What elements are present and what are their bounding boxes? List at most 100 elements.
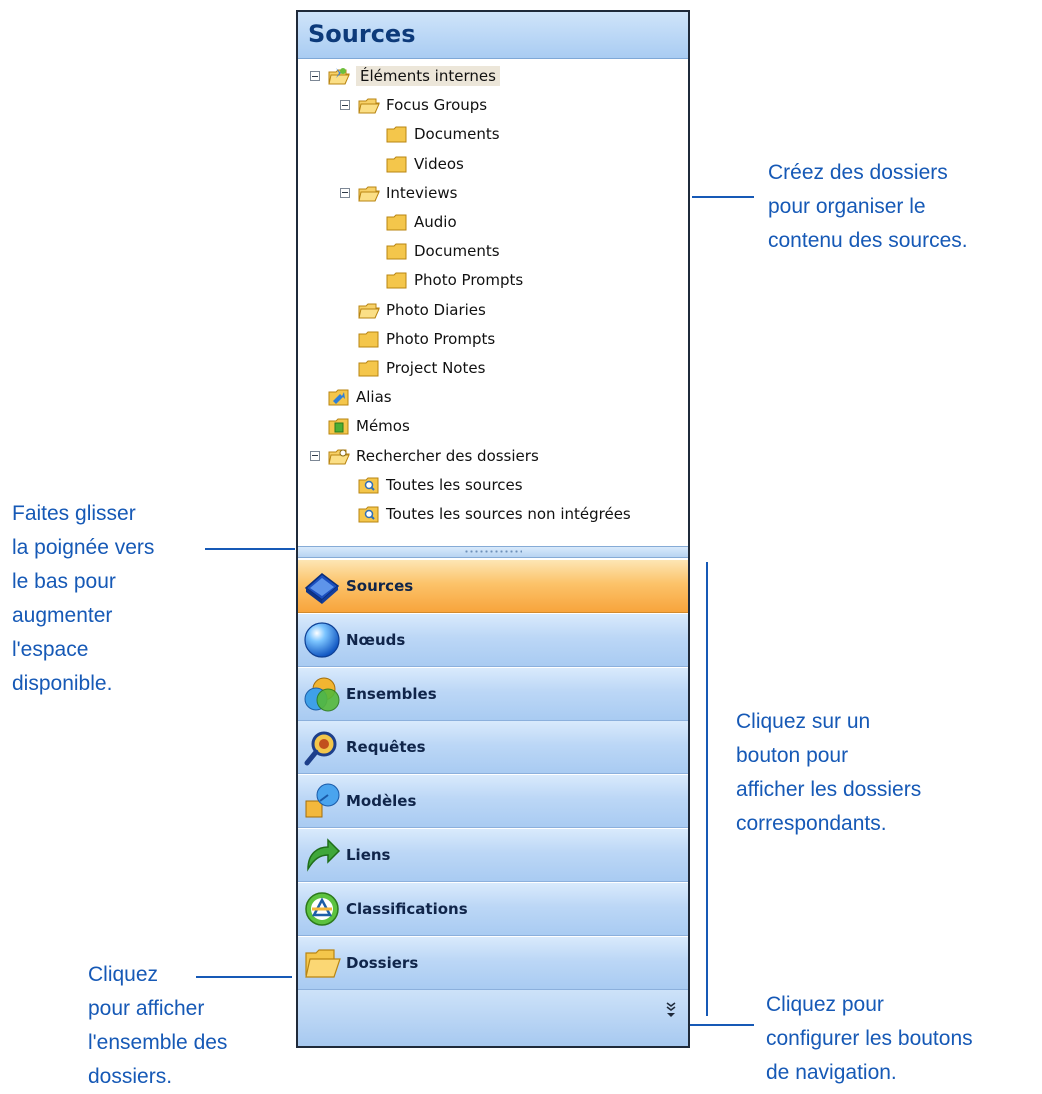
annotation-line: afficher les dossiers [736, 778, 922, 801]
tree-item[interactable]: Toutes les sources [358, 472, 523, 498]
tree-item[interactable]: Documents [386, 238, 500, 264]
tree-item[interactable]: Audio [386, 209, 457, 235]
sets-icon [304, 677, 340, 712]
nav-button-label: Nœuds [346, 630, 406, 649]
tree-item-label: Photo Diaries [386, 300, 486, 319]
tree-item-label: Toutes les sources non intégrées [386, 505, 631, 523]
nodes-sphere-icon [304, 622, 340, 658]
annotation-line: disponible. [12, 672, 113, 695]
folders-annotation: Créez des dossiers pour organiser le con… [768, 156, 968, 258]
folders-icon [305, 948, 341, 978]
tree-item[interactable]: Toutes les sources non intégrées [358, 501, 631, 527]
tree-item-label: Mémos [356, 417, 410, 436]
nav-button[interactable]: Sources [298, 560, 688, 613]
folder-search-icon [328, 449, 350, 465]
tree-item[interactable]: Documents [386, 121, 500, 147]
configure-annotation: Cliquez pour configurer les boutons de n… [766, 988, 973, 1090]
folder-special-icon [328, 68, 350, 85]
annotation-line: la poignée vers [12, 536, 155, 559]
tree-item-label: Alias [356, 388, 392, 407]
folder-memo-icon [328, 418, 349, 435]
classifications-icon [305, 892, 339, 926]
tree-item[interactable]: Videos [386, 151, 464, 177]
collapse-toggle-icon[interactable] [340, 100, 350, 111]
tree-item-label: Photo Prompts [386, 329, 496, 348]
grip-dots [464, 550, 522, 553]
annotation-line: pour organiser le [768, 195, 926, 218]
annotation-line: configurer les boutons [766, 1027, 973, 1050]
folder-open-icon [358, 98, 380, 114]
tree-item-label: Éléments internes [356, 66, 500, 86]
click-all-annotation: Cliquez pour afficher l'ensemble des dos… [88, 958, 227, 1094]
annotation-line: contenu des sources. [768, 229, 968, 252]
splitter-handle[interactable] [298, 546, 688, 558]
tree-item[interactable]: Photo Prompts [358, 326, 495, 352]
nav-button-label: Sources [346, 577, 414, 595]
folder-alias-icon [328, 389, 349, 406]
annotation-line: le bas pour [12, 570, 116, 593]
nav-button[interactable]: Nœuds [298, 613, 688, 667]
tree-item[interactable]: Inteviews [340, 180, 457, 206]
folder-open-icon [358, 186, 380, 202]
annotation-line: de navigation. [766, 1061, 897, 1084]
tree-item[interactable]: Photo Prompts [386, 267, 523, 293]
nav-button-label: Ensembles [346, 684, 437, 703]
tree-item[interactable]: Alias [328, 384, 392, 410]
tree-item[interactable]: Project Notes [358, 355, 485, 381]
tree-item[interactable]: Éléments internes [310, 63, 500, 89]
annotation-line: l'espace [12, 638, 89, 661]
drag-annotation: Faites glisser la poignée vers le bas po… [12, 497, 154, 701]
navigation-panel: Sources Éléments internes Focus Groups Doc… [296, 10, 690, 1048]
annotation-line: bouton pour [736, 744, 849, 767]
configure-buttons-chevron-icon[interactable] [664, 1000, 678, 1020]
leader-line [690, 1024, 754, 1026]
leader-line [692, 196, 754, 198]
annotation-line: l'ensemble des [88, 1031, 228, 1054]
tree-item-label: Project Notes [386, 359, 486, 377]
nav-button-label: Dossiers [346, 953, 419, 972]
nav-button[interactable]: Liens [298, 829, 688, 882]
folder-icon [386, 272, 407, 289]
tree-item-label: Toutes les sources [386, 475, 523, 494]
collapse-toggle-icon[interactable] [310, 450, 320, 461]
search-folder-icon [358, 506, 379, 523]
tree-item-label: Photo Prompts [414, 271, 524, 290]
nav-button[interactable]: Classifications [298, 882, 688, 936]
tree-item[interactable]: Photo Diaries [358, 297, 486, 323]
annotation-line: Créez des dossiers [768, 161, 948, 184]
nav-button-label: Liens [346, 846, 391, 864]
annotation-line: Cliquez sur un [736, 710, 871, 733]
queries-magnifier-icon [304, 731, 337, 766]
annotation-line: Faites glisser [12, 502, 136, 525]
nav-button[interactable]: Modèles [298, 775, 688, 829]
annotation-line: Cliquez [88, 963, 159, 986]
config-bar [298, 990, 688, 1046]
tree-item[interactable]: Focus Groups [340, 92, 487, 118]
collapse-toggle-icon[interactable] [310, 71, 320, 81]
collapse-toggle-icon[interactable] [340, 187, 350, 198]
folder-tree: Éléments internes Focus Groups Documents Vi… [298, 58, 688, 546]
tree-item-label: Audio [414, 213, 457, 231]
bracket-line [706, 562, 708, 1016]
links-arrow-icon [307, 838, 341, 872]
panel-header: Sources [298, 12, 688, 59]
tree-item-label: Documents [414, 242, 500, 261]
annotation-line: augmenter [12, 604, 113, 627]
leader-line [196, 976, 292, 978]
nav-button[interactable]: Ensembles [298, 667, 688, 721]
nav-button-label: Classifications [346, 899, 468, 918]
nav-button[interactable]: Dossiers [298, 936, 688, 990]
leader-line [205, 548, 295, 550]
annotation-line: pour afficher [88, 997, 205, 1020]
folder-icon [386, 214, 407, 231]
nav-button[interactable]: Requêtes [298, 721, 688, 775]
nav-button-label: Modèles [346, 792, 417, 811]
folder-icon [358, 360, 379, 377]
tree-item-label: Focus Groups [386, 96, 488, 115]
folder-icon [386, 126, 407, 143]
folder-icon [358, 331, 379, 348]
tree-item[interactable]: Mémos [328, 413, 410, 439]
tree-item[interactable]: Rechercher des dossiers [310, 443, 539, 469]
click-button-annotation: Cliquez sur un bouton pour afficher les … [736, 705, 921, 841]
models-shapes-icon [305, 783, 340, 818]
